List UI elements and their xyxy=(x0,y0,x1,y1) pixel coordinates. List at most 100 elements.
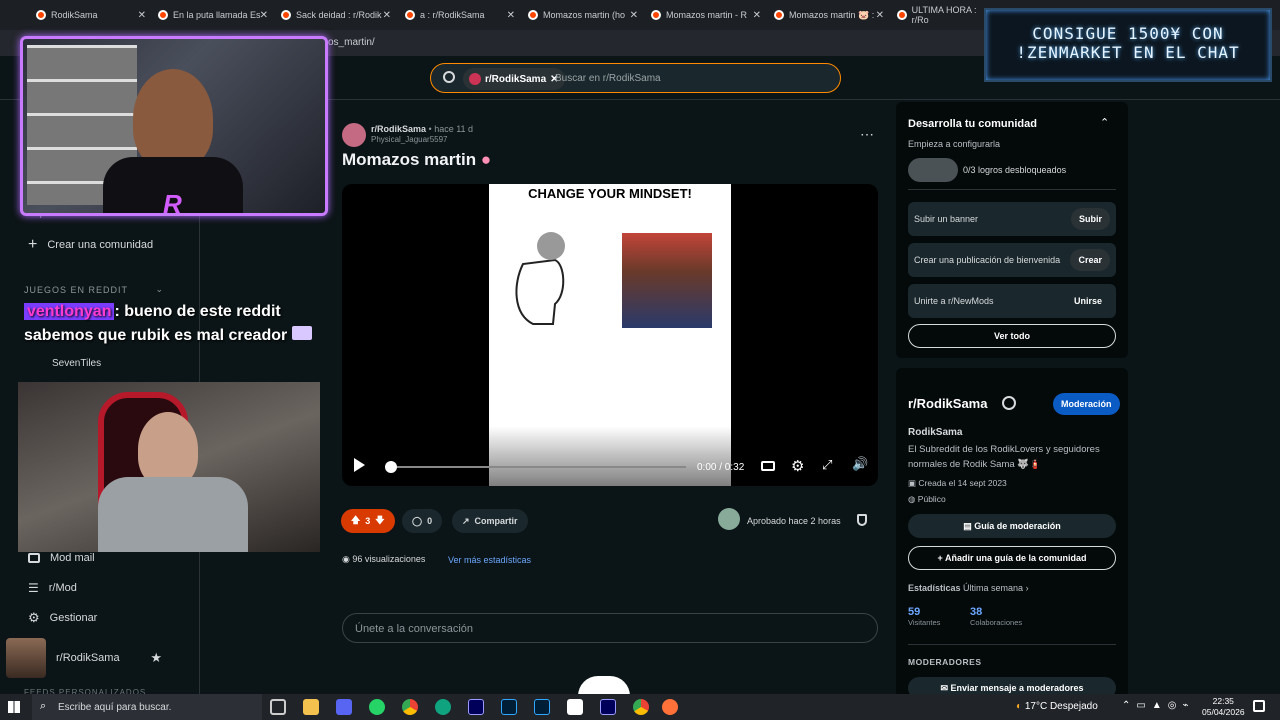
add-guide-button[interactable]: + Añadir una guía de la comunidad xyxy=(908,546,1116,570)
more-options-icon[interactable]: ⋯ xyxy=(860,126,874,143)
chevron-up-icon[interactable]: ⌃ xyxy=(1100,116,1109,129)
task-label: Unirte a r/NewMods xyxy=(914,296,994,306)
capcut-icon[interactable] xyxy=(567,699,583,715)
sidebar-item-crear-comunidad[interactable]: + Crear una comunidad xyxy=(28,236,153,254)
progress-handle[interactable] xyxy=(385,461,397,473)
subreddit-link[interactable]: r/RodikSama xyxy=(371,124,426,134)
upload-banner-button[interactable]: Subir xyxy=(1070,208,1110,230)
sidebar-item-modmail[interactable]: Mod mail xyxy=(28,552,95,564)
close-icon[interactable]: ✕ xyxy=(260,10,268,21)
close-icon[interactable]: ✕ xyxy=(753,10,761,21)
visitors-count: 59 xyxy=(908,606,921,618)
whatsapp-icon[interactable] xyxy=(369,699,385,715)
close-icon[interactable]: ✕ xyxy=(383,10,391,21)
browser-tab[interactable]: Momazos martin (ho ✕ xyxy=(522,4,640,26)
search-icon xyxy=(443,71,455,83)
star-icon[interactable]: ★ xyxy=(150,650,162,666)
comment-input[interactable]: Únete a la conversación xyxy=(342,613,878,643)
join-button[interactable]: Unirse xyxy=(1066,290,1110,312)
facecam-clip xyxy=(622,233,712,328)
chrome-icon[interactable] xyxy=(402,699,418,715)
browser-tab[interactable]: RodikSama ✕ xyxy=(30,4,148,26)
task-label: Crear una publicación de bienvenida xyxy=(914,255,1061,265)
lightroom-icon[interactable] xyxy=(534,699,550,715)
add-avatar-icon[interactable] xyxy=(1002,396,1016,410)
taskbar-search[interactable]: ⌕ Escribe aquí para buscar. xyxy=(32,694,262,720)
vote-count: 3 xyxy=(365,516,371,526)
shield-icon[interactable] xyxy=(857,514,867,526)
browser-tab[interactable]: Momazos martin - R ✕ xyxy=(645,4,763,26)
sidebar-item-label: SevenTiles xyxy=(52,358,102,369)
audition-icon[interactable] xyxy=(468,699,484,715)
browser-tab[interactable]: Momazos martin 🐷 : ✕ xyxy=(768,4,886,26)
close-icon[interactable]: ✕ xyxy=(876,10,884,21)
video-player[interactable]: CHANGE YOUR MINDSET! 0:00 / 0:32 ⚙ ⤢ 🔊 xyxy=(342,184,878,486)
browser-tab[interactable]: Sack deidad : r/Rodik ✕ xyxy=(275,4,393,26)
created-date: ▣ Creada el 14 sept 2023 xyxy=(908,478,1007,489)
photoshop-icon[interactable] xyxy=(501,699,517,715)
volume-icon[interactable]: 🔊 xyxy=(852,456,868,472)
contributions-label: Colaboraciones xyxy=(970,618,1023,627)
share-button[interactable]: ↗ Compartir xyxy=(452,509,528,533)
sidebar-section-juegos[interactable]: JUEGOS EN REDDIT ⌄ xyxy=(24,284,164,295)
firefox-icon[interactable] xyxy=(662,699,678,715)
sidebar-item-gestionar[interactable]: ⚙ Gestionar xyxy=(28,610,97,626)
comment-count: 0 xyxy=(427,516,433,526)
sidebar-item-label: Mod mail xyxy=(50,552,95,564)
browser-tab[interactable]: En la puta llamada Es ✕ xyxy=(152,4,270,26)
system-tray-icons[interactable]: ⌃▭▲◎⌁ xyxy=(1122,700,1194,711)
stats-header[interactable]: Estadísticas Última semana › xyxy=(908,583,1029,593)
settings-gear-icon[interactable]: ⚙ xyxy=(791,457,804,475)
sidebar-item-rodiksama[interactable]: r/RodikSama ★ xyxy=(6,638,162,678)
plus-icon: + xyxy=(28,236,38,253)
browser-tab[interactable]: a : r/RodikSama ✕ xyxy=(399,4,517,26)
clock[interactable]: 22:35 05/04/2026 xyxy=(1202,696,1245,718)
discord-icon[interactable] xyxy=(336,699,352,715)
stream-chat-overlay: ventlonyan: bueno de este reddit sabemos… xyxy=(24,300,314,348)
chat-user: ventlonyan xyxy=(24,303,115,320)
task-row-banner[interactable]: Subir un banner Subir xyxy=(908,202,1116,236)
search-input[interactable]: r/RodikSama ✕ Buscar en r/RodikSama xyxy=(430,63,841,93)
downvote-icon[interactable]: 🡇 xyxy=(375,513,384,529)
browser-tab[interactable]: ULTIMA HORA : r/Ro xyxy=(891,4,991,26)
file-explorer-icon[interactable] xyxy=(303,699,319,715)
windows-start-icon[interactable] xyxy=(8,701,20,713)
fullscreen-icon[interactable]: ⤢ xyxy=(822,457,832,473)
moderation-button[interactable]: Moderación xyxy=(1053,393,1120,415)
comments-button[interactable]: ◯ 0 xyxy=(402,509,443,533)
sidebar-item-rmod[interactable]: ☰ r/Mod xyxy=(28,581,77,595)
play-button[interactable] xyxy=(354,458,365,472)
close-icon[interactable]: ✕ xyxy=(507,10,515,21)
notifications-icon[interactable] xyxy=(1253,700,1265,712)
task-row-welcome-post[interactable]: Crear una publicación de bienvenida Crear xyxy=(908,243,1116,277)
streamer-webcam: R xyxy=(20,36,328,219)
subreddit-filter-chip[interactable]: r/RodikSama ✕ xyxy=(463,68,565,90)
progress-track[interactable] xyxy=(390,466,686,468)
guest-webcam xyxy=(18,382,320,552)
author-link[interactable]: Physical_Jaguar5597 xyxy=(371,135,448,144)
tab-title: ULTIMA HORA : r/Ro xyxy=(911,5,977,25)
mod-guide-button[interactable]: ▤ Guía de moderación xyxy=(908,514,1116,538)
button-label: Enviar mensaje a moderadores xyxy=(950,683,1084,693)
stream-promo-banner: CONSIGUE 1500¥ CON !ZENMARKET EN EL CHAT xyxy=(984,8,1272,82)
upvote-icon[interactable]: 🡅 xyxy=(351,513,360,529)
task-row-newmods[interactable]: Unirte a r/NewMods Unirse xyxy=(908,284,1116,318)
reddit-favicon-icon xyxy=(405,10,415,20)
create-post-button[interactable]: Crear xyxy=(1070,249,1110,271)
close-icon[interactable]: ✕ xyxy=(630,10,638,21)
weather-widget[interactable]: ◐ 17°C Despejado xyxy=(1016,701,1098,712)
view-all-button[interactable]: Ver todo xyxy=(908,324,1116,348)
captions-icon[interactable] xyxy=(761,461,775,471)
task-view-icon[interactable] xyxy=(270,699,286,715)
caption-gradient xyxy=(489,426,731,486)
video-frame: CHANGE YOUR MINDSET! xyxy=(489,184,731,486)
sidebar-item-seventiles[interactable]: SevenTiles xyxy=(52,358,101,369)
stats-link[interactable]: Ver más estadísticas xyxy=(448,555,531,565)
premiere-icon[interactable] xyxy=(600,699,616,715)
subreddit-avatar[interactable] xyxy=(342,123,366,147)
list-icon: ☰ xyxy=(28,581,39,595)
vote-bar[interactable]: 🡅 3 🡇 xyxy=(341,509,395,533)
chatgpt-icon[interactable] xyxy=(435,699,451,715)
chrome-icon[interactable] xyxy=(633,699,649,715)
close-icon[interactable]: ✕ xyxy=(138,10,146,21)
